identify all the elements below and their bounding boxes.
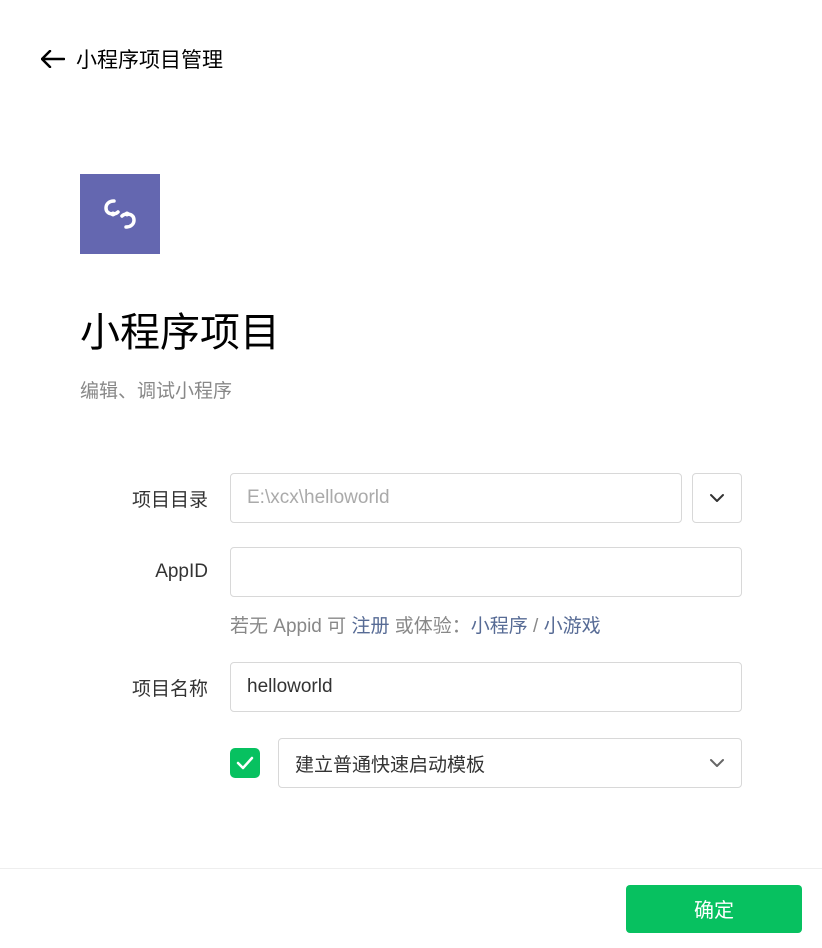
register-link[interactable]: 注册 [351,616,389,637]
header: 小程序项目管理 [0,0,822,74]
form: 项目目录 AppID 若无 Appid 可 注册 或体验：小程序 / 小游戏 [80,473,742,788]
app-id-hint: 若无 Appid 可 注册 或体验：小程序 / 小游戏 [230,611,601,638]
project-dir-row: 项目目录 [100,473,742,523]
chevron-down-icon [709,758,725,768]
app-id-input[interactable] [230,547,742,597]
app-id-hint-row: 若无 Appid 可 注册 或体验：小程序 / 小游戏 [100,611,742,638]
footer: 确定 [0,868,822,948]
check-icon [236,756,254,770]
project-name-label: 项目名称 [100,674,230,701]
arrow-left-icon [41,50,65,68]
app-id-label: AppID [100,561,230,583]
header-title: 小程序项目管理 [76,44,223,74]
content: 小程序项目 编辑、调试小程序 项目目录 AppID 若无 Appid [0,74,822,788]
confirm-button[interactable]: 确定 [626,885,802,933]
page-title: 小程序项目 [80,300,742,358]
miniprogram-icon [99,193,141,235]
template-row: 建立普通快速启动模板 [100,738,742,788]
page-subtitle: 编辑、调试小程序 [80,376,742,403]
project-name-input[interactable] [230,662,742,712]
template-select[interactable]: 建立普通快速启动模板 [278,738,742,788]
chevron-down-icon [709,493,725,503]
back-button[interactable] [40,46,66,72]
app-icon [80,174,160,254]
template-checkbox[interactable] [230,748,260,778]
minigame-link[interactable]: 小游戏 [544,616,601,637]
template-select-text: 建立普通快速启动模板 [295,750,485,777]
app-id-row: AppID [100,547,742,597]
miniprogram-link[interactable]: 小程序 [471,616,528,637]
project-dir-input[interactable] [230,473,682,523]
project-dir-label: 项目目录 [100,485,230,512]
project-name-row: 项目名称 [100,662,742,712]
project-dir-dropdown[interactable] [692,473,742,523]
